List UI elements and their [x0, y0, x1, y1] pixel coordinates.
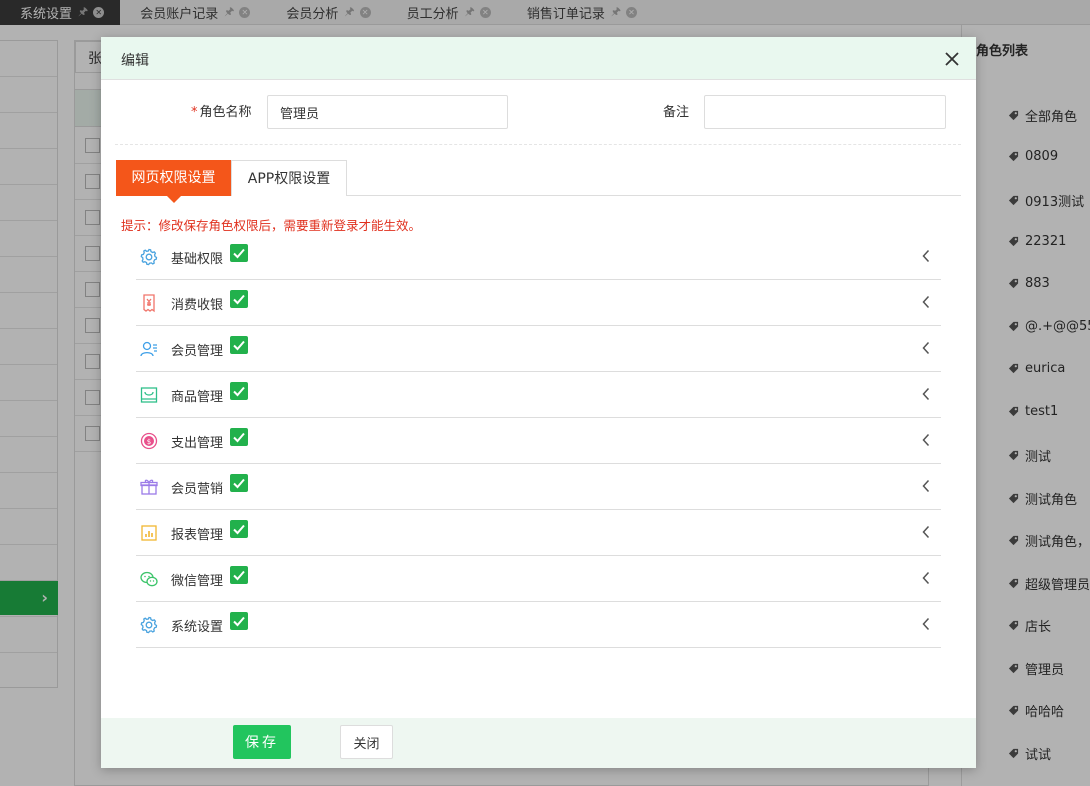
role-name-input[interactable]: [267, 95, 508, 129]
divider: [115, 144, 961, 145]
permission-row[interactable]: 微信管理: [136, 556, 941, 602]
remark-input[interactable]: [704, 95, 946, 129]
permission-row[interactable]: 商品管理: [136, 372, 941, 418]
permission-name: 会员营销: [171, 482, 224, 497]
chevron-left-icon[interactable]: [921, 525, 931, 539]
chevron-left-icon[interactable]: [921, 433, 931, 447]
role-name-label: * 角色名称: [191, 105, 252, 120]
permission-name: 报表管理: [171, 528, 224, 543]
checkbox-checked-icon[interactable]: [230, 336, 248, 354]
permission-row[interactable]: 消费收银: [136, 280, 941, 326]
dialog-footer: 保存 关闭: [101, 718, 976, 768]
checkbox-checked-icon[interactable]: [230, 612, 248, 630]
goods-icon: [140, 387, 158, 403]
chevron-left-icon[interactable]: [921, 617, 931, 631]
save-button[interactable]: 保存: [233, 725, 291, 759]
checkbox-checked-icon[interactable]: [230, 382, 248, 400]
permission-name: 会员管理: [171, 344, 224, 359]
tab-web-permissions[interactable]: 网页权限设置: [116, 160, 231, 203]
close-icon[interactable]: [944, 51, 960, 67]
required-mark: *: [191, 105, 198, 120]
checkbox-checked-icon[interactable]: [230, 474, 248, 492]
chevron-left-icon[interactable]: [921, 341, 931, 355]
receipt-icon: [143, 294, 155, 313]
tab-app-permissions[interactable]: APP权限设置: [231, 160, 347, 196]
edit-role-dialog: 编辑 *角色名称 备注 网页权限设置 APP权限设置 提示：修改保存角色权限后，…: [101, 37, 976, 768]
checkbox-checked-icon[interactable]: [230, 244, 248, 262]
permission-row[interactable]: 会员管理: [136, 326, 941, 372]
permission-row[interactable]: $ 支出管理: [136, 418, 941, 464]
checkbox-checked-icon[interactable]: [230, 520, 248, 538]
chevron-left-icon[interactable]: [921, 387, 931, 401]
permission-row[interactable]: 报表管理: [136, 510, 941, 556]
permission-name: 消费收银: [171, 298, 224, 313]
remark-label: 备注: [663, 105, 690, 120]
chevron-left-icon[interactable]: [921, 571, 931, 585]
member-icon: [140, 341, 157, 357]
tip-text: 提示：修改保存角色权限后，需要重新登录才能生效。: [121, 218, 422, 233]
dialog-title: 编辑: [121, 53, 149, 69]
permission-name: 基础权限: [171, 252, 224, 267]
gift-icon: [140, 479, 158, 495]
checkbox-checked-icon[interactable]: [230, 428, 248, 446]
report-icon: [141, 525, 157, 541]
permission-row[interactable]: 基础权限: [136, 234, 941, 280]
permission-name: 微信管理: [171, 574, 224, 589]
chevron-left-icon[interactable]: [921, 249, 931, 263]
checkbox-checked-icon[interactable]: [230, 290, 248, 308]
permission-name: 商品管理: [171, 390, 224, 405]
permission-name: 支出管理: [171, 436, 224, 451]
permission-row[interactable]: 会员营销: [136, 464, 941, 510]
gear-icon: [140, 248, 158, 266]
chevron-left-icon[interactable]: [921, 295, 931, 309]
permission-name: 系统设置: [171, 620, 224, 635]
close-button[interactable]: 关闭: [340, 725, 393, 759]
permission-row[interactable]: 系统设置: [136, 602, 941, 648]
wechat-icon: [140, 571, 158, 587]
permission-tabs: 网页权限设置 APP权限设置: [116, 160, 961, 203]
svg-text:$: $: [147, 438, 151, 446]
checkbox-checked-icon[interactable]: [230, 566, 248, 584]
coin-icon: $: [140, 432, 158, 450]
chevron-left-icon[interactable]: [921, 479, 931, 493]
dialog-header: 编辑: [101, 37, 976, 80]
gear-icon: [140, 616, 158, 634]
